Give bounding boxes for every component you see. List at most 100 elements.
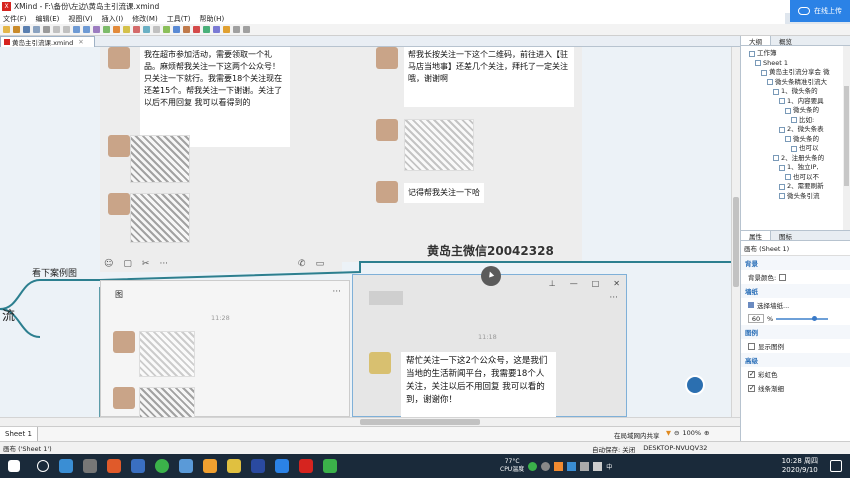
zoom-out-icon[interactable]: ⊖ <box>674 429 679 437</box>
outline-item[interactable]: 黄岛主引流分享会 微 <box>743 68 848 78</box>
outline-item[interactable]: 2、注册头条的 <box>743 154 848 164</box>
folder-icon[interactable] <box>227 459 241 473</box>
outline-item[interactable]: 1、微头条的 <box>743 87 848 97</box>
section-wallpaper[interactable]: 墙纸 <box>741 284 850 298</box>
rainbow-checkbox[interactable] <box>748 370 755 378</box>
opacity-input[interactable]: 60 <box>748 314 764 323</box>
close-icon[interactable]: ✕ <box>613 279 620 288</box>
section-background[interactable]: 背景 <box>741 256 850 270</box>
maximize-icon[interactable]: □ <box>592 279 600 288</box>
start-icon[interactable] <box>8 460 20 472</box>
app-icon[interactable] <box>155 459 169 473</box>
volume-icon[interactable] <box>593 461 603 471</box>
wechat-icon[interactable] <box>323 459 337 473</box>
open-icon[interactable] <box>13 26 20 33</box>
tab-outline[interactable]: 大纲 <box>741 36 771 46</box>
tray-app-icon[interactable] <box>567 461 577 471</box>
print-icon[interactable] <box>43 26 50 33</box>
tab-overview[interactable]: 概览 <box>771 36 800 46</box>
menu-modify[interactable]: 修改(M) <box>132 14 158 24</box>
notification-icon[interactable] <box>830 460 842 472</box>
redo-icon[interactable] <box>63 26 70 33</box>
search-icon[interactable] <box>243 26 250 33</box>
label-icon[interactable] <box>183 26 190 33</box>
lan-share-status[interactable]: 在局域网内共享 <box>614 430 660 440</box>
attach-icon[interactable] <box>153 26 160 33</box>
clock[interactable]: 10:28 周四 2020/9/10 <box>782 457 818 475</box>
section-legend[interactable]: 图例 <box>741 325 850 339</box>
outline-item[interactable]: 微头条精准引流大 <box>743 78 848 88</box>
new-file-icon[interactable] <box>3 26 10 33</box>
boundary-icon[interactable] <box>103 26 110 33</box>
document-tab[interactable]: 黄岛主引流课.xmind ✕ <box>0 36 95 47</box>
app-icon[interactable] <box>251 459 265 473</box>
undo-icon[interactable] <box>53 26 60 33</box>
relationship-icon[interactable] <box>93 26 100 33</box>
pin-icon[interactable]: ⊥ <box>549 279 556 288</box>
save-all-icon[interactable] <box>33 26 40 33</box>
topic-icon[interactable] <box>73 26 80 33</box>
tray-app-icon[interactable] <box>528 461 538 471</box>
subtopic-icon[interactable] <box>83 26 90 33</box>
taskview-icon[interactable] <box>59 459 73 473</box>
app-icon[interactable] <box>83 459 97 473</box>
minimize-icon[interactable]: — <box>570 279 578 288</box>
gradient-checkbox[interactable] <box>748 384 755 392</box>
zoom-level[interactable]: 100% <box>682 429 701 437</box>
tray-app-icon[interactable] <box>554 461 564 471</box>
more-options-icon[interactable]: ··· <box>332 287 341 297</box>
app-icon[interactable] <box>275 459 289 473</box>
outline-item[interactable]: 2、微头条表 <box>743 125 848 135</box>
hyperlink-icon[interactable] <box>143 26 150 33</box>
sheet-tab[interactable]: Sheet 1 <box>0 427 38 441</box>
section-advanced[interactable]: 高级 <box>741 353 850 367</box>
tab-icons[interactable]: 图标 <box>771 231 800 241</box>
xmind-taskbar-icon[interactable] <box>299 459 313 473</box>
background-color-swatch[interactable] <box>779 273 787 281</box>
user-avatar[interactable] <box>685 375 705 395</box>
save-icon[interactable] <box>23 26 30 33</box>
scroll-thumb[interactable] <box>360 419 480 425</box>
canvas-vertical-scrollbar[interactable] <box>731 47 740 417</box>
opacity-slider[interactable] <box>776 315 829 321</box>
more-options-icon[interactable]: ··· <box>609 293 618 303</box>
outline-scrollbar[interactable] <box>843 46 850 230</box>
input-language[interactable]: 中 <box>606 462 612 471</box>
network-icon[interactable] <box>580 461 590 471</box>
browser-icon[interactable] <box>107 459 121 473</box>
outline-item[interactable]: 比如: <box>743 116 848 126</box>
menu-help[interactable]: 帮助(H) <box>199 14 224 24</box>
outline-item[interactable]: 1、独立IP, <box>743 163 848 173</box>
app-icon[interactable] <box>203 459 217 473</box>
tray-app-icon[interactable] <box>541 461 551 471</box>
app-icon[interactable] <box>179 459 193 473</box>
menu-insert[interactable]: 插入(I) <box>102 14 124 24</box>
outline-item[interactable]: 1、内容要具 <box>743 97 848 107</box>
comment-icon[interactable] <box>173 26 180 33</box>
drill-up-icon[interactable] <box>213 26 220 33</box>
canvas-horizontal-scrollbar[interactable] <box>0 417 740 426</box>
show-legend-checkbox[interactable] <box>748 342 755 350</box>
mindmap-canvas[interactable]: 我在超市参加活动，需要领取一个礼品。麻烦帮我关注一下这两个公众号！只关注一下就行… <box>0 47 731 417</box>
app-icon[interactable] <box>131 459 145 473</box>
scroll-thumb[interactable] <box>733 197 739 287</box>
choose-wallpaper-button[interactable]: 选择墙纸... <box>757 300 789 310</box>
tab-properties[interactable]: 属性 <box>741 231 771 241</box>
share-icon[interactable] <box>223 26 230 33</box>
autosave-status[interactable]: 自动保存: 关闭 <box>592 444 635 454</box>
menu-view[interactable]: 视图(V) <box>68 14 92 24</box>
topic-case-images[interactable]: 看下案例图 <box>32 266 77 279</box>
image-icon[interactable] <box>133 26 140 33</box>
presentation-icon[interactable] <box>193 26 200 33</box>
outline-item[interactable]: Sheet 1 <box>743 59 848 69</box>
close-tab-icon[interactable]: ✕ <box>78 38 83 46</box>
cloud-upload-button[interactable]: 在线上传 <box>790 0 850 22</box>
outline-item[interactable]: 微头条引流 <box>743 192 848 202</box>
filter-icon[interactable]: ▼ <box>666 429 671 437</box>
outline-item[interactable]: 也可以不 <box>743 173 848 183</box>
outline-item[interactable]: 微头条的 <box>743 135 848 145</box>
outline-item[interactable]: 工作簿 <box>743 49 848 59</box>
scroll-thumb[interactable] <box>844 86 849 186</box>
outline-item[interactable]: 也可以 <box>743 144 848 154</box>
zoom-icon[interactable] <box>233 26 240 33</box>
